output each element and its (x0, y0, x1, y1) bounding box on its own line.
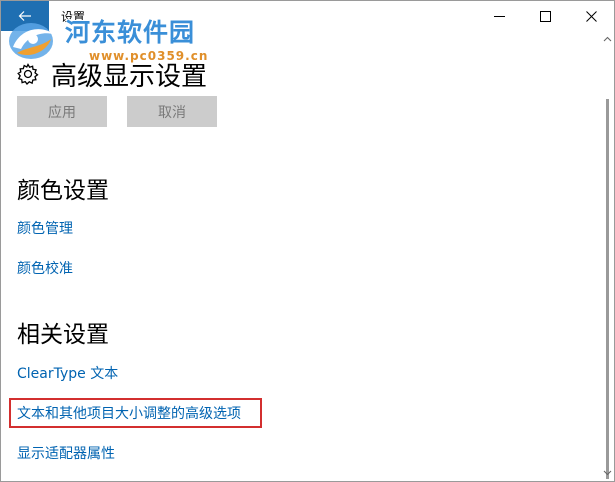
scroll-down-button[interactable] (603, 468, 612, 477)
back-button[interactable] (1, 1, 49, 31)
color-management-link[interactable]: 颜色管理 (17, 218, 73, 238)
minimize-button[interactable] (476, 1, 522, 31)
arrow-left-icon (18, 11, 31, 21)
scrollbar-thumb[interactable] (606, 99, 609, 479)
color-settings-heading: 颜色设置 (17, 178, 109, 204)
related-settings-heading: 相关设置 (17, 322, 109, 348)
maximize-icon (539, 10, 551, 22)
vertical-scrollbar[interactable] (601, 31, 614, 481)
display-adapter-properties-link[interactable]: 显示适配器属性 (17, 443, 115, 463)
color-calibration-link[interactable]: 颜色校准 (17, 258, 73, 278)
apply-button[interactable]: 应用 (17, 96, 107, 127)
page-header: 高级显示设置 (17, 56, 207, 92)
highlight-box (9, 398, 262, 428)
cancel-button[interactable]: 取消 (127, 96, 217, 127)
window-title: 设置 (61, 10, 86, 24)
cleartype-text-link[interactable]: ClearType 文本 (17, 363, 118, 383)
gear-icon (17, 63, 39, 85)
settings-window: 设置 河东软件园 www.pc0359.cn 高级显示设置 应用 取消 颜色设置… (0, 0, 615, 482)
maximize-button[interactable] (522, 1, 568, 31)
close-icon (585, 10, 597, 22)
title-bar: 设置 (1, 1, 614, 31)
close-button[interactable] (568, 1, 614, 31)
minimize-icon (493, 15, 505, 17)
chevron-down-icon (603, 470, 612, 476)
page-title: 高级显示设置 (51, 61, 208, 92)
scroll-up-button[interactable] (603, 35, 612, 44)
chevron-up-icon (603, 36, 612, 42)
